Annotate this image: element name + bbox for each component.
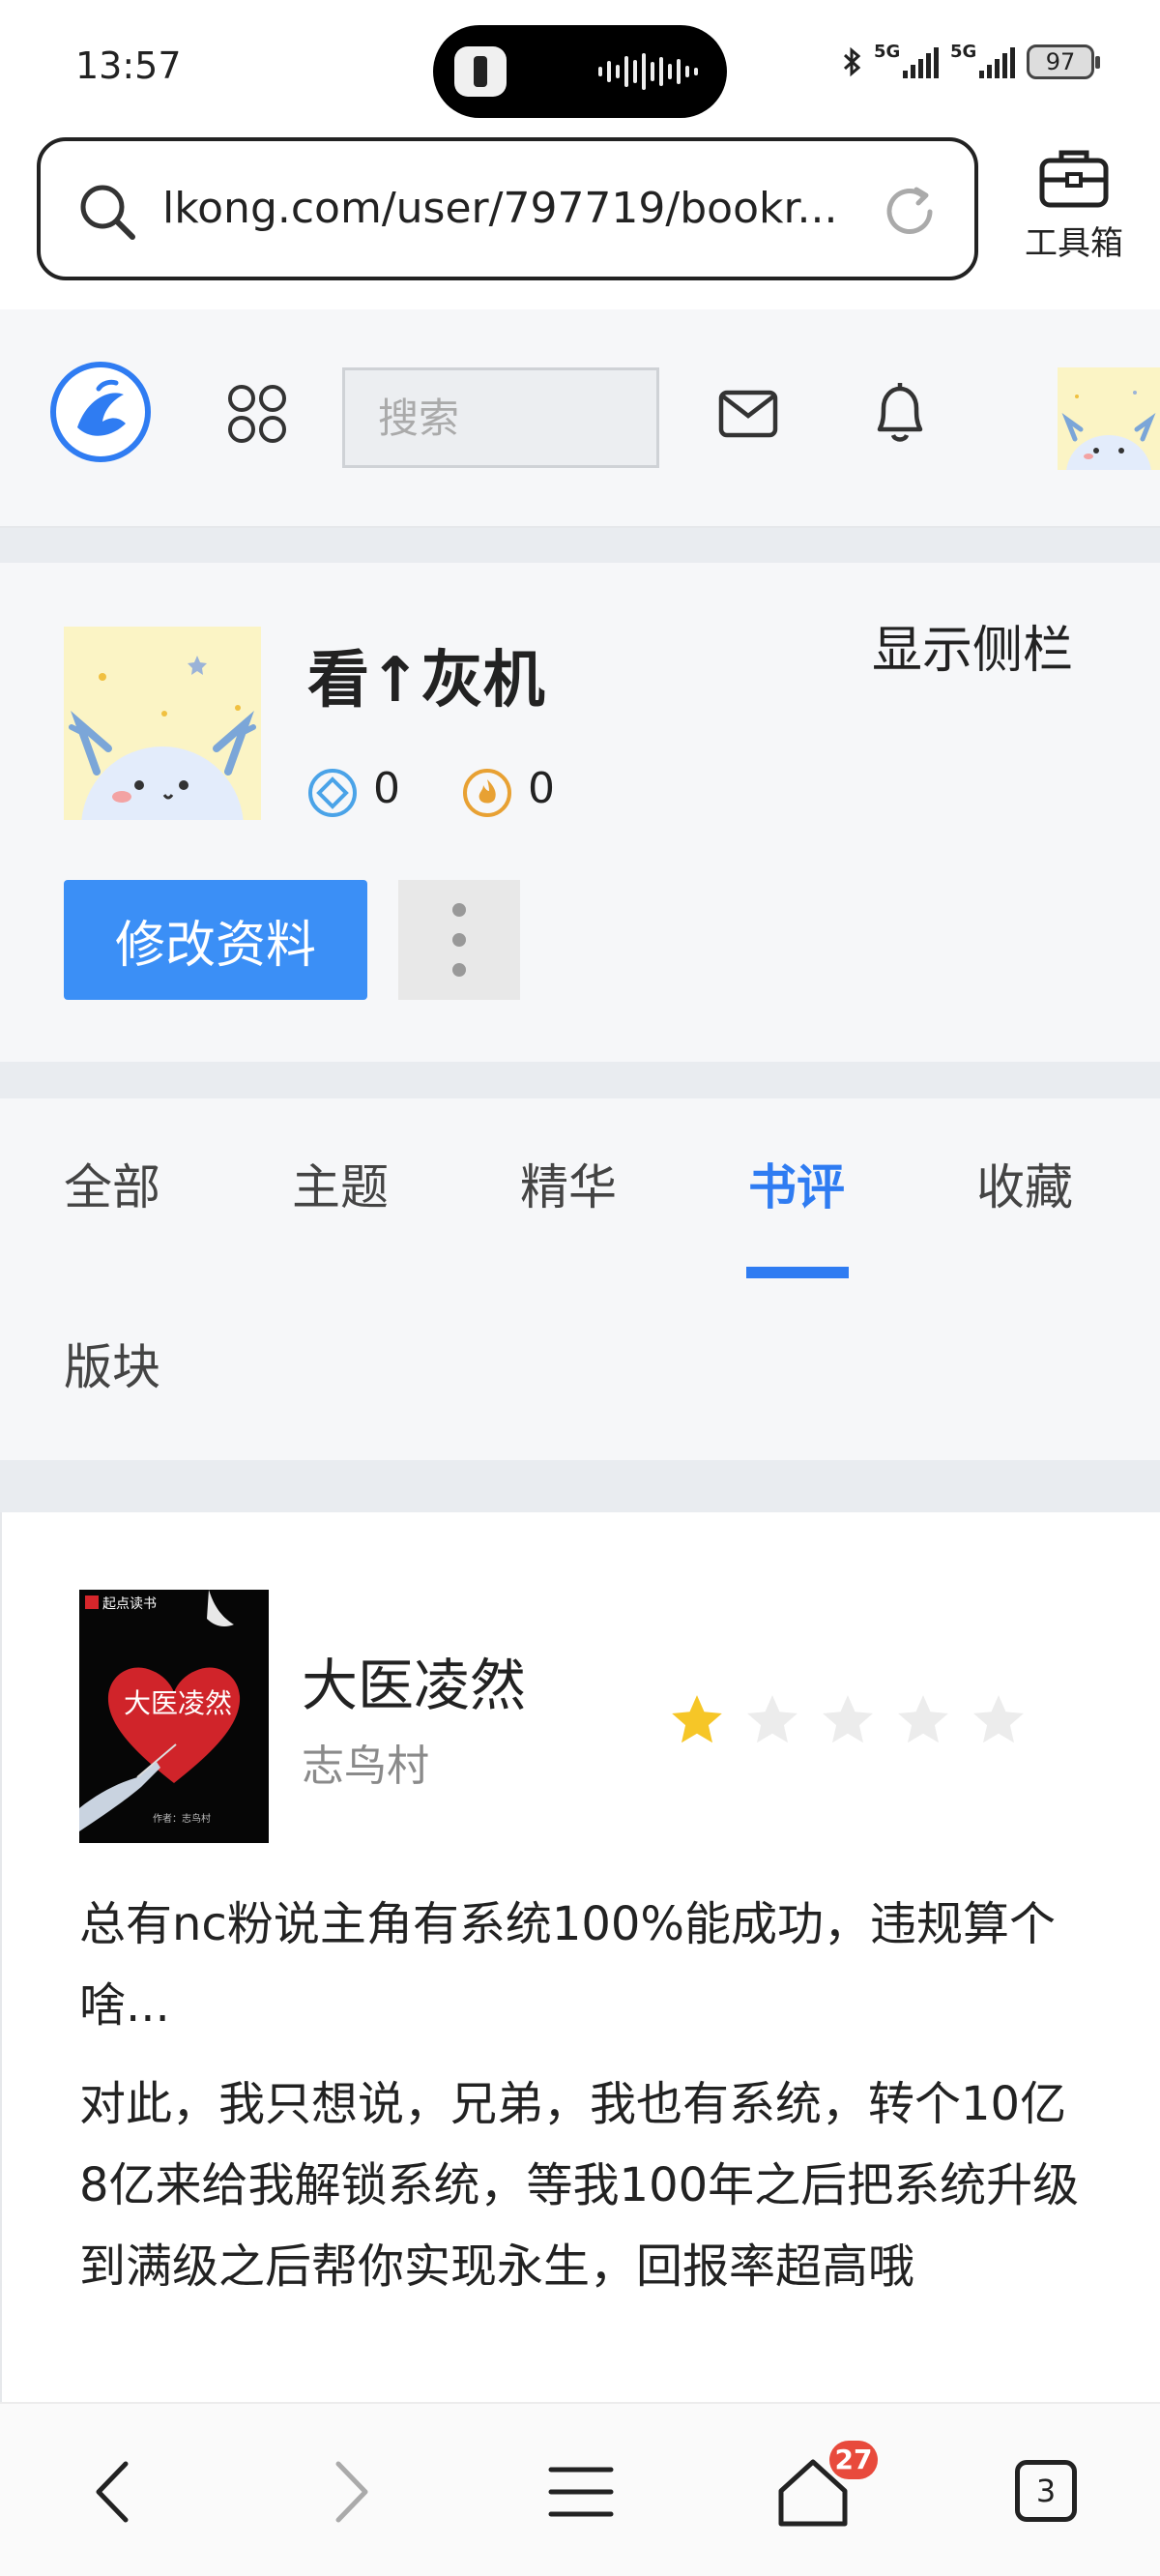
- menu-icon[interactable]: [537, 2448, 624, 2535]
- tab-all[interactable]: 全部: [64, 1149, 160, 1218]
- tab-featured[interactable]: 精华: [520, 1149, 617, 1218]
- toolbox-label: 工具箱: [1025, 224, 1123, 263]
- network-type-label: 5G: [874, 42, 901, 62]
- diamond-points-value: 0: [373, 764, 400, 813]
- profile-avatar[interactable]: [64, 627, 261, 820]
- review-paragraph: 对此，我只想说，兄弟，我也有系统，转个10亿8亿来给我解锁系统，等我100年之后…: [79, 2077, 1080, 2294]
- cover-brand: 起点读书: [102, 1596, 157, 1612]
- battery-icon: 97: [1027, 44, 1100, 79]
- star-empty-icon: [973, 1695, 1024, 1743]
- back-arrow-icon[interactable]: [72, 2448, 159, 2535]
- signal-strength-icon: 5G: [874, 42, 939, 78]
- camera-app-icon: [454, 46, 507, 97]
- address-bar[interactable]: lkong.com/user/797719/bookr...: [37, 137, 978, 280]
- cover-author: 作者：志鸟村: [153, 1814, 211, 1825]
- apps-grid-icon[interactable]: [226, 383, 288, 445]
- toolbox-icon: [1039, 150, 1109, 208]
- tab-boards[interactable]: 版块: [64, 1329, 160, 1398]
- section-divider: [0, 1062, 1160, 1098]
- dynamic-island: [433, 25, 727, 118]
- fire-points-value: 0: [528, 764, 555, 813]
- site-logo-icon[interactable]: [48, 360, 153, 464]
- star-empty-icon: [823, 1695, 873, 1743]
- star-empty-icon: [898, 1695, 948, 1743]
- search-icon: [80, 185, 135, 240]
- diamond-points-icon: [308, 769, 357, 817]
- status-icons: 5G 5G 97: [841, 42, 1100, 79]
- forward-arrow-icon[interactable]: [305, 2448, 392, 2535]
- star-empty-icon: [747, 1695, 798, 1743]
- url-text[interactable]: lkong.com/user/797719/bookr...: [162, 184, 878, 233]
- section-divider: [0, 528, 1160, 563]
- username: 看↑灰机: [307, 645, 545, 717]
- more-options-button[interactable]: [398, 880, 520, 1000]
- status-time: 13:57: [75, 44, 182, 87]
- review-paragraph: 总有nc粉说主角有系统100%能成功，违规算个啥...: [79, 1897, 1057, 2033]
- active-tab-indicator: [746, 1267, 849, 1278]
- reload-icon[interactable]: [880, 182, 940, 242]
- site-search-box[interactable]: [342, 367, 659, 468]
- book-author[interactable]: 志鸟村: [302, 1731, 429, 1793]
- signal-strength-icon-2: 5G: [950, 42, 1015, 78]
- avatar[interactable]: [1058, 367, 1160, 470]
- star-filled-icon: [672, 1695, 722, 1743]
- edit-profile-button[interactable]: 修改资料: [64, 880, 367, 1000]
- show-sidebar-link[interactable]: 显示侧栏: [872, 609, 1073, 682]
- search-input[interactable]: [345, 370, 656, 465]
- section-divider: [0, 1460, 1160, 1512]
- rating-stars: [667, 1690, 1029, 1750]
- toolbox-button[interactable]: 工具箱: [1011, 145, 1137, 264]
- tab-switcher-button[interactable]: 3: [1015, 2460, 1077, 2522]
- bell-icon[interactable]: [868, 379, 932, 447]
- book-cover[interactable]: 起点读书 大医凌然 作者：志鸟村: [79, 1590, 269, 1843]
- mail-icon[interactable]: [717, 385, 779, 443]
- bluetooth-icon: [843, 46, 861, 77]
- network-type-label-2: 5G: [950, 42, 977, 62]
- cover-title: 大医凌然: [124, 1687, 233, 1719]
- tab-favorites[interactable]: 收藏: [976, 1149, 1073, 1218]
- fire-points-icon: [463, 769, 511, 817]
- audio-wave-icon: [598, 52, 698, 91]
- notification-badge: 27: [829, 2441, 878, 2479]
- tab-book-reviews[interactable]: 书评: [748, 1149, 845, 1218]
- book-title[interactable]: 大医凌然: [302, 1640, 526, 1721]
- tab-topics[interactable]: 主题: [292, 1149, 389, 1218]
